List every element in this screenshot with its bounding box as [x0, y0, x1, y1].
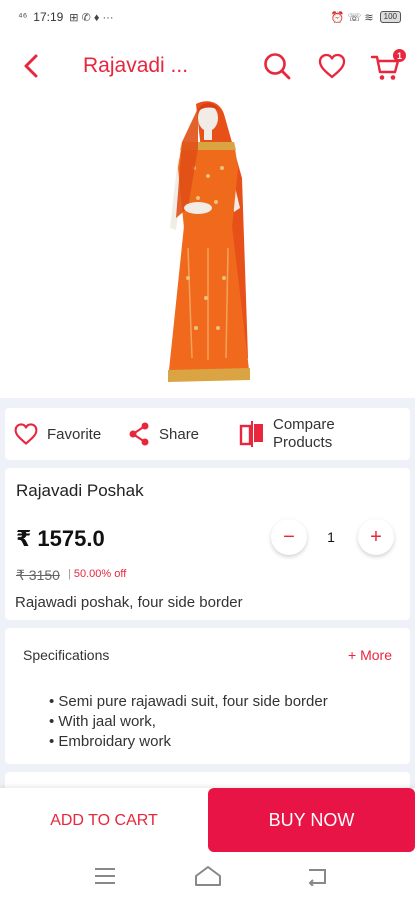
back-button[interactable]	[18, 52, 46, 80]
favorite-action[interactable]: Favorite	[13, 421, 101, 447]
spec-item: With jaal work,	[49, 712, 328, 732]
status-bar: ⁴⁶ 17:19 ⊞ ✆ ♦ ··· ⏰ ☏ ≋ 100	[0, 0, 415, 34]
specifications-list: Semi pure rajawadi suit, four side borde…	[49, 692, 328, 752]
compare-label: Compare Products	[273, 416, 335, 451]
quantity-value: 1	[327, 529, 335, 545]
favorite-label: Favorite	[47, 425, 102, 443]
status-left: ⁴⁶ 17:19 ⊞ ✆ ♦ ···	[18, 10, 114, 24]
product-info-card: Rajavadi Poshak ₹ 1575.0 − 1 + ₹ 3150 | 5…	[5, 468, 410, 620]
product-image[interactable]	[158, 98, 258, 394]
wishlist-button[interactable]	[317, 51, 347, 81]
app-header: Rajavadi ... 1	[0, 34, 415, 98]
heart-outline-icon	[14, 423, 38, 445]
discount-separator: |	[68, 568, 71, 580]
discount-label: | 50.00% off	[68, 568, 126, 580]
compare-icon	[239, 421, 263, 447]
status-system-icons: ⏰ ☏ ≋	[330, 11, 374, 24]
product-name: Rajavadi Poshak	[16, 481, 144, 500]
compare-action[interactable]: Compare Products	[239, 416, 353, 452]
system-navigation-bar	[0, 854, 415, 900]
chevron-left-icon	[24, 54, 38, 78]
cart-button[interactable]: 1	[370, 49, 406, 83]
specifications-more-link[interactable]: + More	[348, 647, 392, 663]
spec-item: Semi pure rajawadi suit, four side borde…	[49, 692, 327, 712]
page-title: Rajavadi ...	[83, 54, 189, 77]
bottom-action-bar: ADD TO CART BUY NOW	[0, 788, 415, 854]
spec-item: Embroidary work	[49, 732, 328, 752]
share-icon	[129, 422, 149, 446]
discount-value: 50.00% off	[73, 568, 127, 580]
status-signal-icon: ⁴⁶	[18, 11, 28, 23]
share-label: Share	[159, 425, 200, 443]
original-price: ₹ 3150	[16, 567, 60, 583]
quantity-decrease-button[interactable]: −	[271, 519, 307, 555]
home-icon[interactable]	[194, 864, 222, 888]
status-right: ⏰ ☏ ≋ 100	[331, 11, 401, 24]
specifications-card: Specifications + More Semi pure rajawadi…	[5, 628, 410, 764]
product-image-area[interactable]	[0, 98, 415, 398]
battery-icon: 100	[379, 11, 401, 23]
heart-icon	[318, 53, 346, 79]
short-description: Rajawadi poshak, four side border	[15, 594, 243, 611]
product-price: ₹ 1575.0	[16, 526, 105, 551]
cart-count-badge: 1	[393, 49, 406, 62]
add-to-cart-button[interactable]: ADD TO CART	[0, 788, 208, 854]
status-time: 17:19	[33, 10, 64, 24]
quantity-increase-button[interactable]: +	[358, 519, 394, 555]
search-button[interactable]	[262, 51, 292, 81]
status-notification-icons: ⊞ ✆ ♦ ···	[69, 11, 114, 24]
share-action[interactable]: Share	[127, 421, 199, 447]
search-icon	[264, 53, 291, 80]
recent-apps-icon[interactable]	[93, 866, 117, 886]
product-actions: Favorite Share Compare Products	[5, 408, 410, 460]
specifications-title: Specifications	[23, 647, 110, 663]
buy-now-button[interactable]: BUY NOW	[208, 788, 415, 852]
back-nav-icon[interactable]	[305, 866, 329, 886]
